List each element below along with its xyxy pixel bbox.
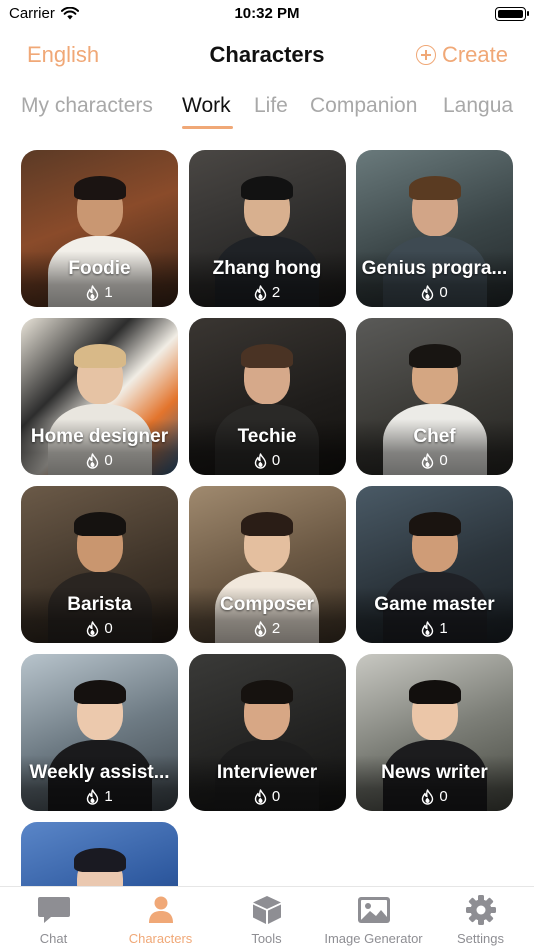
popularity-count: 2 (271, 620, 281, 637)
character-popularity: 0 (21, 452, 178, 469)
tabbar-item-settings[interactable]: Settings (427, 895, 534, 946)
character-card[interactable]: Techie 0 (188, 318, 346, 475)
tab-language[interactable]: Langua (443, 94, 513, 118)
tabbar-label: Tools (251, 931, 282, 946)
character-card[interactable]: Genius progra... 0 (356, 150, 513, 307)
characters-screen: Carrier 10:32 PM English Characters Crea… (0, 0, 534, 950)
flame-icon (87, 620, 99, 637)
character-card[interactable]: Weekly assist... 1 (21, 654, 178, 811)
flame-icon (254, 788, 267, 805)
character-popularity: 0 (356, 788, 513, 805)
character-popularity: 0 (356, 452, 513, 469)
category-tabs: My characters Work Life Companion Langua (0, 88, 534, 132)
create-label: Create (441, 42, 508, 67)
tab-life[interactable]: Life (254, 94, 288, 118)
tabbar-label: Chat (39, 931, 68, 946)
character-card[interactable]: Zhang hong 2 (188, 150, 346, 307)
character-card[interactable]: Interviewer 0 (188, 654, 346, 811)
flame-icon (254, 284, 267, 301)
popularity-count: 0 (104, 452, 113, 469)
flame-icon (87, 452, 99, 469)
flame-icon (87, 788, 99, 805)
flame-icon (422, 788, 434, 805)
character-name: Barista (67, 594, 132, 615)
character-name: Zhang hong (212, 258, 322, 279)
plus-circle-icon (415, 45, 436, 65)
popularity-count: 1 (104, 788, 113, 805)
popularity-count: 2 (271, 284, 281, 301)
character-name: Home designer (30, 426, 169, 447)
character-name: Weekly assist... (29, 762, 170, 783)
character-name: Chef (413, 426, 456, 447)
character-popularity: 0 (189, 452, 346, 469)
popularity-count: 0 (271, 452, 281, 469)
tab-work[interactable]: Work (182, 94, 231, 118)
person-icon (144, 895, 178, 925)
create-button[interactable]: Create (415, 42, 508, 68)
character-name: Genius progra... (361, 258, 508, 279)
character-card[interactable]: News writer 0 (356, 654, 513, 811)
tabbar-item-tools[interactable]: Tools (213, 895, 320, 946)
box-icon (250, 895, 284, 925)
tabbar-item-characters[interactable]: Characters (107, 895, 214, 946)
chat-bubble-icon (37, 895, 71, 925)
tabbar-label: Image Generator (324, 931, 423, 946)
status-bar: Carrier 10:32 PM (0, 0, 534, 30)
character-name: Foodie (68, 258, 131, 279)
popularity-count: 1 (439, 620, 448, 637)
flame-icon (422, 452, 434, 469)
character-popularity: 1 (21, 284, 178, 301)
flame-icon (254, 452, 267, 469)
tab-my-characters[interactable]: My characters (21, 94, 153, 118)
character-name: Techie (237, 426, 297, 447)
image-icon (357, 895, 391, 925)
character-popularity: 1 (21, 788, 178, 805)
character-card[interactable]: Barista 0 (21, 486, 178, 643)
popularity-count: 1 (104, 284, 113, 301)
gear-icon (464, 895, 498, 925)
character-card[interactable]: Foodie 1 (21, 150, 178, 307)
battery-icon (495, 7, 529, 21)
tabbar-item-image-generator[interactable]: Image Generator (320, 895, 427, 946)
status-time: 10:32 PM (234, 5, 300, 22)
language-button[interactable]: English (27, 42, 99, 68)
nav-bar: English Characters Create (0, 34, 534, 78)
character-popularity: 0 (21, 620, 178, 637)
tabbar-label: Characters (128, 931, 193, 946)
bottom-tab-bar: Chat Characters Tools Image Generator Se… (0, 886, 534, 950)
tabbar-item-chat[interactable]: Chat (0, 895, 107, 946)
flame-icon (87, 284, 99, 301)
character-name: Interviewer (216, 762, 318, 783)
character-card[interactable]: Composer 2 (188, 486, 346, 643)
character-popularity: 0 (356, 284, 513, 301)
popularity-count: 0 (439, 284, 448, 301)
character-card[interactable]: Home designer 0 (21, 318, 178, 475)
character-popularity: 0 (189, 788, 346, 805)
tabbar-label: Settings (457, 931, 504, 946)
character-card[interactable]: Chef 0 (356, 318, 513, 475)
character-popularity: 2 (189, 284, 346, 301)
popularity-count: 0 (439, 788, 448, 805)
character-name: News writer (381, 762, 488, 783)
flame-icon (422, 620, 434, 637)
tab-companion[interactable]: Companion (310, 94, 417, 118)
character-popularity: 1 (356, 620, 513, 637)
popularity-count: 0 (104, 620, 113, 637)
popularity-count: 0 (439, 452, 448, 469)
flame-icon (254, 620, 267, 637)
flame-icon (422, 284, 434, 301)
popularity-count: 0 (271, 788, 281, 805)
character-popularity: 2 (189, 620, 346, 637)
character-card[interactable]: Game master 1 (356, 486, 513, 643)
character-name: Composer (220, 594, 314, 615)
character-name: Game master (374, 594, 495, 615)
active-tab-indicator (182, 126, 233, 129)
